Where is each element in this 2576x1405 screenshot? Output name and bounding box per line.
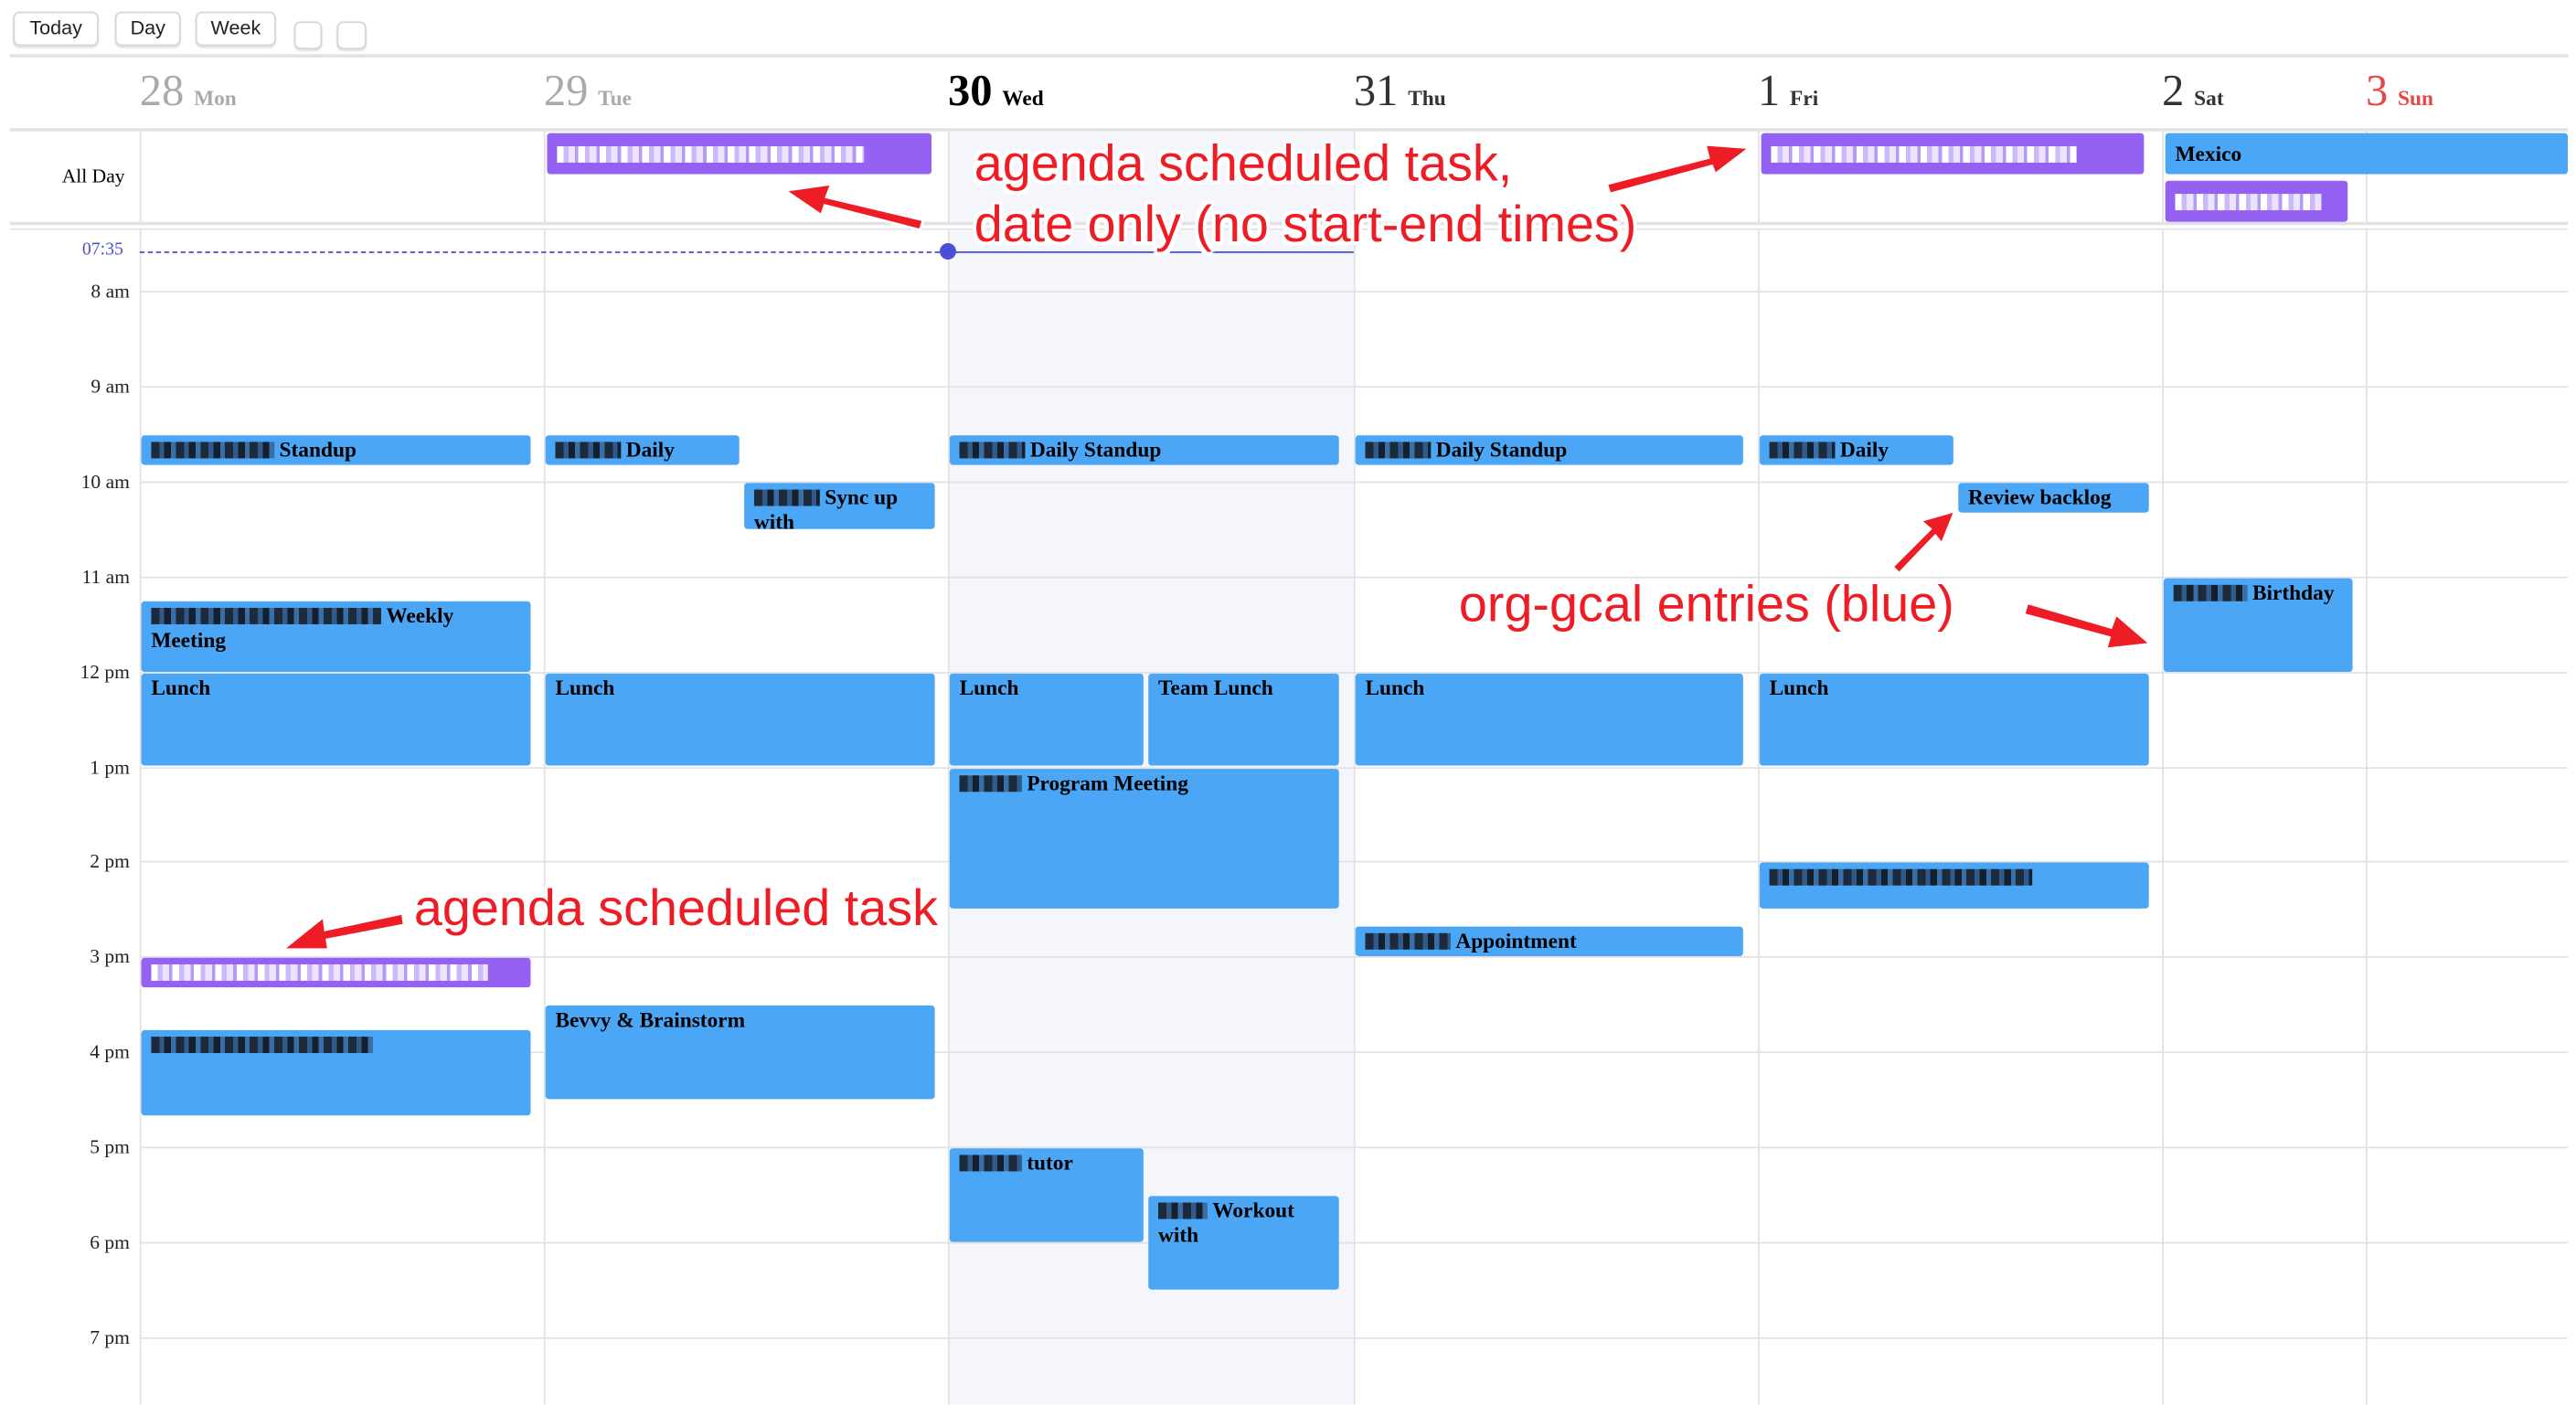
arrow-icon: [1604, 143, 1753, 196]
annotation-text: agenda scheduled task,: [974, 134, 1513, 193]
annotation-text: agenda scheduled task: [413, 878, 938, 937]
arrow-icon: [279, 911, 406, 952]
arrow-icon: [782, 182, 925, 232]
arrow-icon: [2022, 601, 2154, 651]
annotation-text: org-gcal entries (blue): [1458, 575, 1954, 633]
annotation-text: date only (no start-end times): [974, 195, 1637, 253]
calendar-week-view: Today Day Week 28 Mon 29 Tue 30 Wed 31 Thu 1 Fri 2…: [0, 0, 2576, 1405]
arrow-icon: [1890, 508, 1957, 576]
